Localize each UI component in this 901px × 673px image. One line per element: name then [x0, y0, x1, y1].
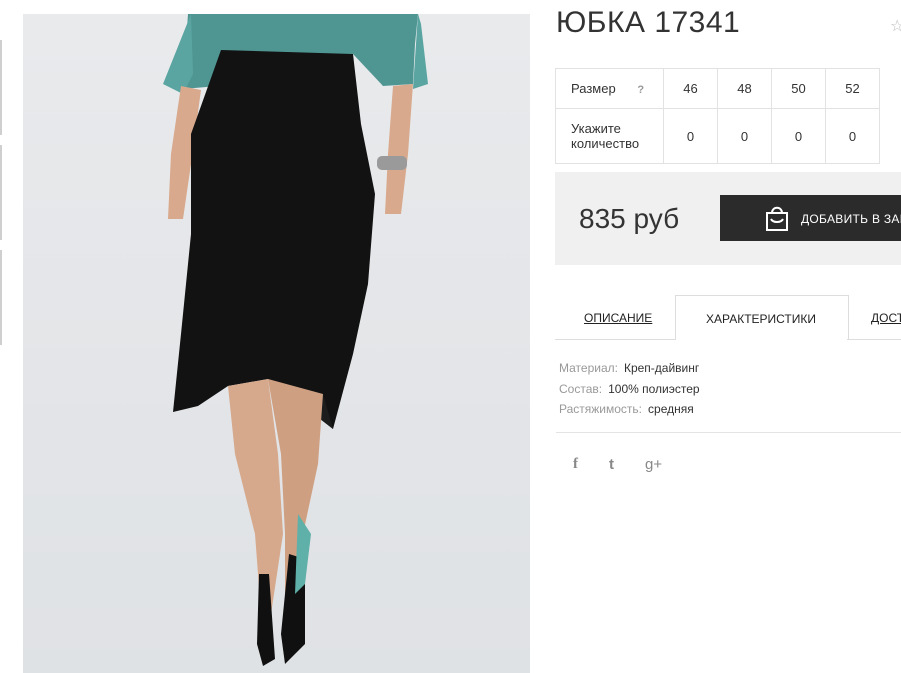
tab-description-label: ОПИСАНИЕ	[584, 311, 653, 325]
size-quantity-table: Размер ? 46 48 50 52 Укажите количество …	[555, 68, 880, 164]
quantity-row: Укажите количество 0 0 0 0	[555, 108, 880, 164]
size-cell: 46	[663, 68, 718, 109]
add-to-cart-button[interactable]: ДОБАВИТЬ В ЗАКАЗ	[720, 195, 901, 241]
star-icon[interactable]: ☆	[890, 16, 901, 36]
size-cell: 52	[825, 68, 880, 109]
quantity-input[interactable]: 0	[663, 108, 718, 164]
quantity-label-line1: Укажите	[571, 121, 621, 136]
characteristic-key: Материал:	[559, 361, 618, 375]
twitter-icon[interactable]: t	[609, 456, 614, 473]
tab-delivery[interactable]: ДОСТАВКА	[847, 295, 901, 340]
tab-characteristics-label: ХАРАКТЕРИСТИКИ	[706, 312, 817, 326]
characteristic-key: Состав:	[559, 381, 603, 396]
thumbnail[interactable]	[0, 250, 2, 345]
size-cell: 50	[771, 68, 826, 109]
question-icon[interactable]: ?	[637, 84, 644, 96]
size-row: Размер ? 46 48 50 52	[555, 68, 880, 109]
characteristic-key: Растяжимость:	[559, 402, 643, 416]
price: 835 руб	[579, 203, 680, 234]
tab-characteristics[interactable]: ХАРАКТЕРИСТИКИ	[675, 295, 849, 340]
characteristic-row: Растяжимость: средняя	[559, 399, 700, 420]
thumbnail-strip	[0, 40, 3, 355]
quantity-input[interactable]: 0	[717, 108, 772, 164]
google-plus-icon[interactable]: g+	[645, 456, 662, 473]
characteristic-value: 100% полиэстер	[608, 381, 700, 396]
product-image[interactable]	[23, 14, 530, 673]
characteristic-value: Креп-дайвинг	[623, 361, 700, 375]
thumbnail[interactable]	[0, 40, 2, 135]
size-label-cell: Размер ?	[555, 68, 664, 109]
facebook-icon[interactable]: f	[573, 456, 578, 473]
quantity-label-cell: Укажите количество	[555, 108, 664, 164]
characteristic-row: Состав: 100% полиэстер	[559, 379, 700, 400]
product-tabs: ОПИСАНИЕ ХАРАКТЕРИСТИКИ ДОСТАВКА	[555, 295, 901, 340]
tab-delivery-label: ДОСТАВКА	[871, 311, 901, 325]
price-box: 835 руб ДОБАВИТЬ В ЗАКАЗ	[555, 172, 901, 265]
quantity-input[interactable]: 0	[771, 108, 826, 164]
characteristics-list: Материал: Креп-дайвинг Состав: 100% полиэс…	[559, 358, 700, 420]
characteristic-row: Материал: Креп-дайвинг	[559, 358, 700, 379]
shopping-bag-icon	[763, 204, 791, 235]
product-photo-illustration	[163, 14, 428, 666]
add-to-cart-label: ДОБАВИТЬ В ЗАКАЗ	[801, 212, 901, 226]
tab-description[interactable]: ОПИСАНИЕ	[555, 295, 675, 340]
quantity-label-line2: количество	[571, 136, 640, 151]
characteristic-value: средняя	[648, 402, 694, 416]
product-title: ЮБКА 17341	[556, 6, 741, 39]
quantity-input[interactable]: 0	[825, 108, 880, 164]
size-cell: 48	[717, 68, 772, 109]
thumbnail[interactable]	[0, 145, 2, 240]
size-label: Размер	[571, 81, 616, 96]
divider	[556, 432, 901, 433]
